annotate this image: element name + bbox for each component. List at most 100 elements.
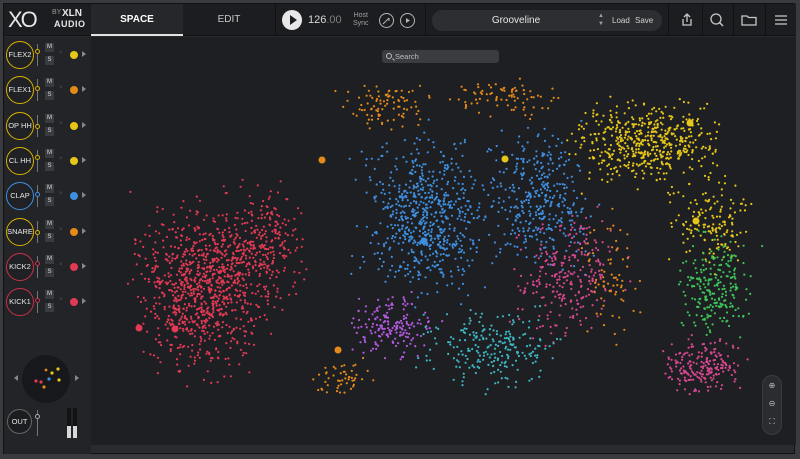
sample-dot[interactable] — [201, 279, 204, 282]
sample-dot[interactable] — [594, 271, 597, 274]
channel-pad[interactable]: SNARE — [6, 217, 34, 246]
sample-dot[interactable] — [142, 245, 145, 248]
sample-dot[interactable] — [547, 107, 550, 110]
sample-dot[interactable] — [457, 269, 460, 272]
sample-dot[interactable] — [237, 280, 240, 283]
sample-dot[interactable] — [579, 323, 582, 326]
sample-dot[interactable] — [684, 139, 687, 142]
sample-dot[interactable] — [129, 190, 132, 193]
sample-dot[interactable] — [615, 127, 618, 130]
sample-dot[interactable] — [275, 220, 278, 223]
sample-dot[interactable] — [545, 199, 548, 202]
sample-dot[interactable] — [583, 253, 586, 256]
sample-dot[interactable] — [156, 315, 159, 318]
sample-dot[interactable] — [358, 108, 361, 111]
sample-dot[interactable] — [689, 367, 692, 370]
sample-dot[interactable] — [530, 96, 533, 99]
sample-dot[interactable] — [600, 120, 603, 123]
channel-clear-icon[interactable]: × — [59, 227, 63, 233]
sample-dot[interactable] — [470, 102, 473, 105]
sample-dot[interactable] — [193, 359, 197, 362]
sample-dot[interactable] — [412, 184, 415, 187]
sample-dot[interactable] — [492, 364, 495, 368]
sample-dot[interactable] — [216, 260, 219, 263]
sample-dot[interactable] — [564, 272, 567, 275]
sample-dot[interactable] — [174, 296, 177, 299]
sample-dot[interactable] — [531, 350, 535, 353]
sample-dot[interactable] — [475, 349, 478, 352]
sample-dot[interactable] — [442, 200, 445, 203]
sample-dot[interactable] — [509, 232, 513, 236]
sample-dot[interactable] — [457, 237, 460, 240]
sample-dot[interactable] — [724, 174, 727, 178]
sample-dot[interactable] — [468, 317, 471, 320]
sample-dot[interactable] — [249, 202, 252, 205]
sample-dot[interactable] — [522, 211, 525, 215]
sample-dot[interactable] — [540, 252, 543, 255]
sample-dot[interactable] — [718, 181, 721, 184]
sample-dot[interactable] — [362, 356, 365, 360]
sample-dot[interactable] — [393, 324, 396, 328]
sample-dot[interactable] — [417, 241, 420, 244]
sample-dot[interactable] — [399, 358, 402, 361]
sample-dot[interactable] — [139, 240, 142, 243]
sample-dot[interactable] — [573, 221, 576, 224]
sample-dot[interactable] — [694, 259, 697, 262]
sample-dot[interactable] — [404, 267, 407, 270]
sample-dot[interactable] — [546, 182, 549, 185]
sample-dot[interactable] — [425, 206, 428, 209]
sample-dot[interactable] — [575, 299, 579, 302]
sample-dot[interactable] — [559, 304, 562, 307]
sample-dot[interactable] — [712, 377, 715, 380]
sample-dot[interactable] — [419, 180, 422, 183]
sample-dot[interactable] — [551, 169, 554, 172]
sample-dot[interactable] — [627, 120, 630, 123]
mute-button[interactable]: M — [45, 254, 54, 264]
sample-dot[interactable] — [412, 211, 415, 214]
sample-dot[interactable] — [184, 290, 187, 293]
sample-dot[interactable] — [499, 247, 502, 250]
sample-dot[interactable] — [523, 200, 526, 203]
sample-dot[interactable] — [534, 168, 537, 171]
sample-dot[interactable] — [387, 304, 390, 307]
sample-dot[interactable] — [392, 101, 396, 104]
sample-dot[interactable] — [528, 222, 531, 226]
sample-dot[interactable] — [618, 135, 621, 139]
sample-dot[interactable] — [193, 297, 196, 300]
sample-dot[interactable] — [425, 243, 428, 247]
sample-dot[interactable] — [174, 307, 177, 310]
sample-dot[interactable] — [508, 186, 511, 189]
sample-dot[interactable] — [735, 287, 738, 290]
sample-dot[interactable] — [229, 375, 232, 378]
sample-dot[interactable] — [692, 262, 695, 265]
sample-dot[interactable] — [597, 249, 600, 252]
sample-dot[interactable] — [678, 383, 681, 386]
sample-dot[interactable] — [463, 235, 466, 238]
sample-dot[interactable] — [283, 269, 286, 272]
sample-dot[interactable] — [395, 168, 398, 171]
sample-dot[interactable] — [652, 145, 655, 149]
sample-dot[interactable] — [228, 294, 231, 297]
sample-dot[interactable] — [420, 169, 423, 172]
sample-dot[interactable] — [217, 328, 220, 331]
sample-dot[interactable] — [382, 243, 386, 246]
sample-dot[interactable] — [723, 316, 726, 319]
sample-dot[interactable] — [706, 369, 709, 372]
sample-dot[interactable] — [610, 178, 613, 181]
sample-dot[interactable] — [538, 275, 541, 278]
sample-dot[interactable] — [493, 370, 496, 374]
sample-dot[interactable] — [200, 322, 203, 325]
sample-dot[interactable] — [695, 271, 699, 274]
sample-dot[interactable] — [534, 211, 537, 214]
sample-dot[interactable] — [539, 255, 542, 258]
sample-dot[interactable] — [728, 305, 732, 308]
sample-dot[interactable] — [507, 337, 510, 340]
sample-dot[interactable] — [246, 221, 249, 224]
sample-dot[interactable] — [660, 139, 663, 142]
sample-dot[interactable] — [731, 230, 734, 233]
sample-dot[interactable] — [195, 257, 198, 260]
channel-fader-handle[interactable] — [35, 86, 40, 92]
sample-dot[interactable] — [272, 284, 275, 287]
sample-dot[interactable] — [425, 216, 429, 219]
sample-dot[interactable] — [494, 343, 497, 346]
